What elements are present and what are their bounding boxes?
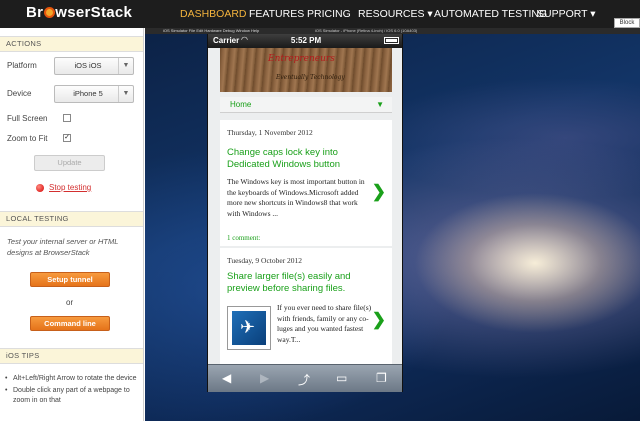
stop-icon [36, 183, 44, 192]
ios-tips-list: Alt+Left/Right Arrow to rotate the devic… [4, 374, 140, 408]
post-date: Tuesday, 9 October 2012 [227, 256, 303, 265]
post-date: Thursday, 1 November 2012 [227, 128, 313, 137]
zoom-checkbox[interactable]: ✓ [63, 134, 71, 142]
back-icon[interactable]: ◀ [222, 371, 231, 385]
sidebar: ACTIONS Platform iOS iOS ▼ Device iPhone… [0, 28, 144, 421]
chevron-down-icon: ▼ [118, 58, 133, 74]
device-label: Device [7, 89, 32, 98]
tip-item: Double click any part of a webpage to zo… [4, 386, 140, 406]
local-testing-hint: Test your internal server or HTML design… [7, 237, 119, 257]
post-thumbnail[interactable] [227, 306, 271, 350]
mobile-menu-bar[interactable]: Home ▼ [220, 97, 392, 113]
simulator-desktop: iOS Simulator File Edit Hardware Debug W… [145, 28, 640, 421]
setup-tunnel-button[interactable]: Setup tunnel [30, 272, 110, 287]
share-icon[interactable]: ⤴ [298, 371, 310, 388]
logo-o-icon [43, 7, 55, 18]
nav-automated-testing[interactable]: AUTOMATED TESTING [434, 8, 547, 20]
nav-features[interactable]: FEATURES [249, 8, 304, 20]
safari-toolbar: ◀ ▶ ⤴ ▭ ❐ [208, 364, 402, 392]
browserstack-logo[interactable]: Br wserStack [26, 4, 132, 21]
post-card[interactable]: Thursday, 1 November 2012 Change caps lo… [220, 120, 392, 246]
nav-resources[interactable]: RESOURCES ▾ [358, 8, 433, 20]
nav-dashboard[interactable]: DASHBOARD [180, 8, 247, 20]
share-app-icon [232, 311, 266, 345]
post-excerpt: If you ever need to share file(s) with f… [277, 303, 372, 344]
local-testing-header: LOCAL TESTING [0, 211, 143, 227]
blog-title: Entrepreneurs [268, 54, 335, 64]
or-separator: or [66, 298, 74, 307]
block-button[interactable]: Block [614, 18, 640, 28]
post-title[interactable]: Change caps lock key into Dedicated Wind… [227, 147, 377, 171]
nav-support[interactable]: SUPPORT ▾ [537, 8, 596, 20]
post-excerpt: The Windows key is most important button… [227, 177, 365, 218]
nav-pricing[interactable]: PRICING [307, 8, 351, 20]
top-nav-bar: Br wserStack DASHBOARD FEATURES PRICING R… [0, 0, 640, 28]
clock: 5:52 PM [290, 36, 322, 45]
chevron-right-icon[interactable]: ❯ [372, 182, 386, 202]
blog-header-banner[interactable]: Entrepreneurs Eventually Technology [220, 48, 392, 92]
ios-status-bar: Carrier ◠ 5:52 PM [208, 34, 402, 48]
ios-tips-header: iOS TIPS [0, 348, 143, 364]
tip-item: Alt+Left/Right Arrow to rotate the devic… [4, 374, 140, 384]
stop-testing-link[interactable]: Stop testing [36, 183, 91, 192]
command-line-button[interactable]: Command line [30, 316, 110, 331]
zoom-label: Zoom to Fit [7, 134, 48, 143]
iphone-screen[interactable]: Carrier ◠ 5:52 PM Entrepreneurs Eventual… [207, 34, 403, 392]
fullscreen-checkbox[interactable] [63, 114, 71, 122]
blog-subtitle: Eventually Technology [276, 74, 345, 81]
post-comments-link[interactable]: 1 comment: [227, 234, 260, 242]
battery-icon [384, 37, 399, 44]
triangle-down-icon[interactable]: ▼ [376, 100, 384, 109]
platform-select[interactable]: iOS iOS ▼ [54, 57, 134, 75]
chevron-down-icon: ▼ [118, 86, 133, 102]
bookmarks-icon[interactable]: ▭ [336, 371, 347, 385]
post-title[interactable]: Share larger file(s) easily and preview … [227, 271, 377, 295]
home-link[interactable]: Home [230, 100, 251, 109]
post-card[interactable]: Tuesday, 9 October 2012 Share larger fil… [220, 248, 392, 364]
chevron-right-icon[interactable]: ❯ [372, 310, 386, 330]
fullscreen-label: Full Screen [7, 114, 48, 123]
actions-header: ACTIONS [0, 36, 143, 52]
forward-icon[interactable]: ▶ [260, 371, 269, 385]
device-select[interactable]: iPhone 5 ▼ [54, 85, 134, 103]
tabs-icon[interactable]: ❐ [376, 371, 387, 385]
update-button[interactable]: Update [34, 155, 105, 171]
platform-label: Platform [7, 61, 37, 70]
